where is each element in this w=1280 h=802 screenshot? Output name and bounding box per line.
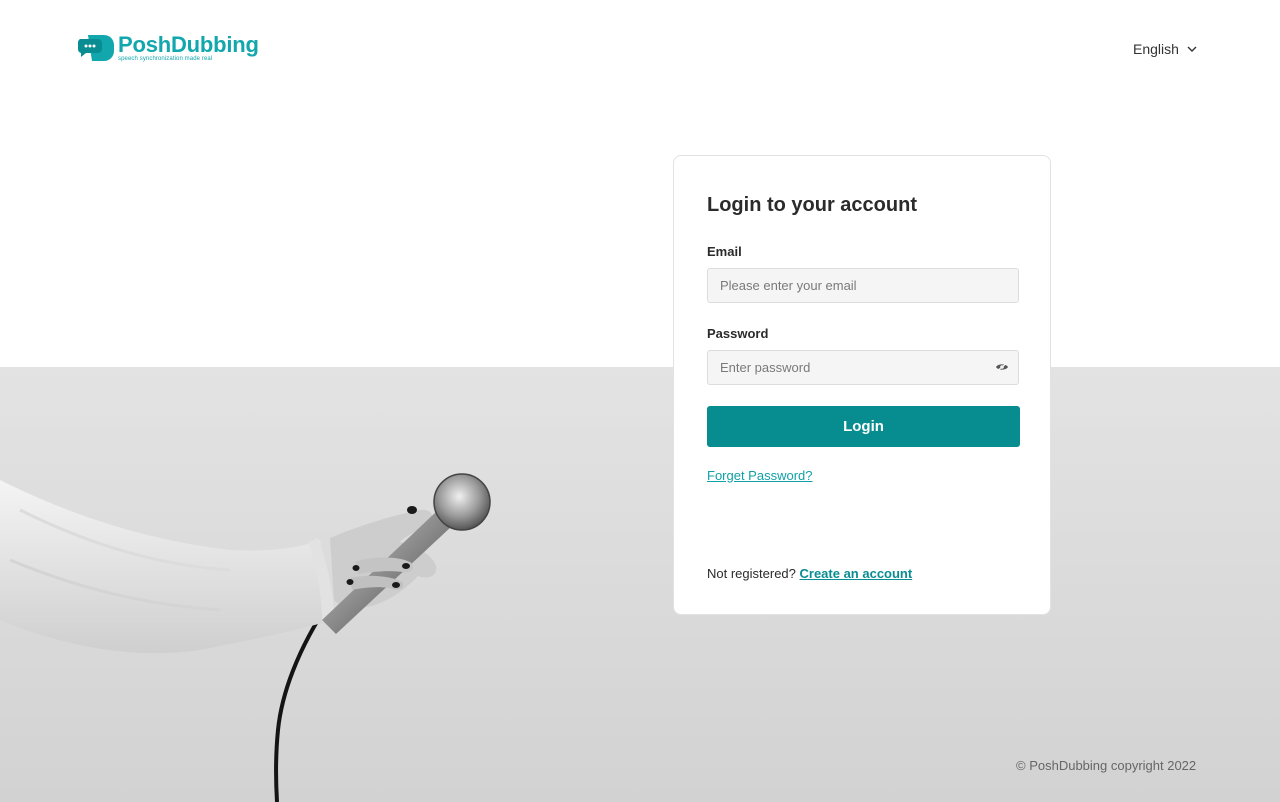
microphone-hand-image xyxy=(0,473,491,802)
email-input[interactable] xyxy=(707,268,1019,303)
brand-tagline: speech synchronization made real xyxy=(118,55,213,62)
eye-icon[interactable] xyxy=(995,362,1009,372)
login-title: Login to your account xyxy=(707,194,917,216)
login-card: Login to your account Email Password Log… xyxy=(673,155,1051,615)
forget-password-link[interactable]: Forget Password? xyxy=(707,468,813,483)
password-input[interactable] xyxy=(707,350,1019,385)
chevron-down-icon xyxy=(1187,46,1197,52)
register-prompt-text: Not registered? xyxy=(707,566,800,581)
email-label: Email xyxy=(707,244,742,259)
language-label: English xyxy=(1133,41,1179,57)
brand-name: PoshDubbing xyxy=(118,31,259,57)
brand-logo[interactable]: PoshDubbing speech synchronization made … xyxy=(78,33,259,63)
register-prompt: Not registered? Create an account xyxy=(707,566,912,581)
copyright-text: © PoshDubbing copyright 2022 xyxy=(1016,758,1197,773)
chat-bubble-logo-icon xyxy=(78,35,114,61)
create-account-link[interactable]: Create an account xyxy=(800,566,913,581)
password-label: Password xyxy=(707,326,769,341)
language-selector[interactable]: English xyxy=(1133,41,1197,57)
login-button[interactable]: Login xyxy=(707,406,1020,447)
